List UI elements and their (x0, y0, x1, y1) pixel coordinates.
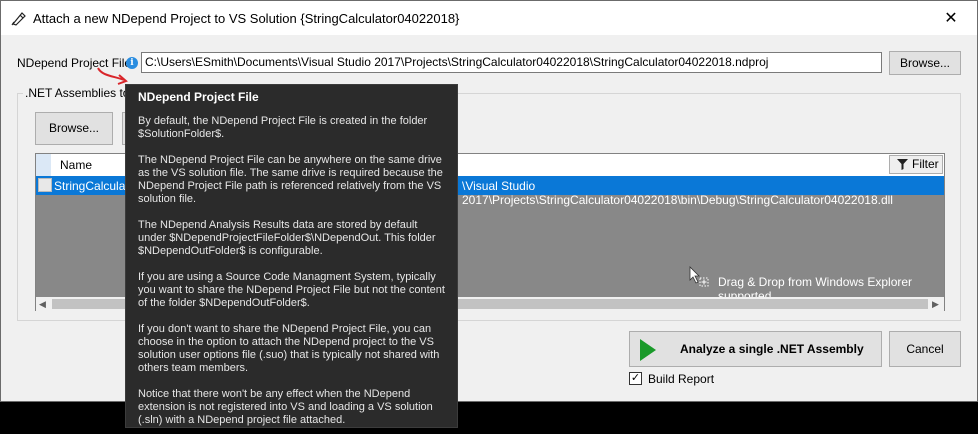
assembly-icon (38, 178, 52, 192)
filter-icon (897, 159, 908, 170)
play-icon (640, 339, 656, 361)
scroll-left-icon[interactable]: ◀ (39, 297, 46, 311)
tooltip-paragraph: If you are using a Source Code Managment… (138, 271, 445, 309)
build-report-label[interactable]: Build Report (648, 372, 714, 386)
filter-button[interactable]: Filter (889, 155, 943, 174)
drag-drop-icon (689, 266, 709, 287)
close-icon[interactable]: ✕ (931, 4, 971, 32)
tooltip-paragraph: Notice that there won't be any effect wh… (138, 388, 433, 426)
build-report-checkbox[interactable]: ✓ (629, 372, 642, 385)
tooltip-paragraph: The NDepend Analysis Results data are st… (138, 219, 436, 257)
tooltip-title: NDepend Project File (138, 90, 259, 104)
ndepend-app-icon (11, 12, 26, 26)
tooltip-paragraph: The NDepend Project File can be anywhere… (138, 154, 443, 205)
header-corner (36, 154, 51, 176)
browse-assemblies-button[interactable]: Browse... (35, 112, 113, 145)
project-file-input[interactable]: C:\Users\ESmith\Documents\Visual Studio … (141, 52, 882, 73)
analyze-assembly-button[interactable]: Analyze a single .NET Assembly (629, 331, 882, 367)
analyze-label: Analyze a single .NET Assembly (680, 342, 864, 356)
filter-label: Filter (912, 157, 939, 171)
tooltip-paragraph: If you don't want to share the NDepend P… (138, 323, 440, 374)
assembly-path: \Visual Studio 2017\Projects\StringCalcu… (462, 179, 893, 207)
cancel-button[interactable]: Cancel (889, 331, 961, 367)
window-title: Attach a new NDepend Project to VS Solut… (33, 11, 460, 26)
column-header-name[interactable]: Name (60, 158, 92, 172)
title-bar: Attach a new NDepend Project to VS Solut… (1, 1, 977, 35)
scroll-right-icon[interactable]: ▶ (932, 297, 939, 311)
tooltip-paragraph: By default, the NDepend Project File is … (138, 115, 428, 140)
project-file-tooltip: NDepend Project File By default, the NDe… (125, 84, 458, 428)
browse-project-file-button[interactable]: Browse... (889, 51, 961, 75)
assembly-name: StringCalculato (54, 179, 136, 193)
